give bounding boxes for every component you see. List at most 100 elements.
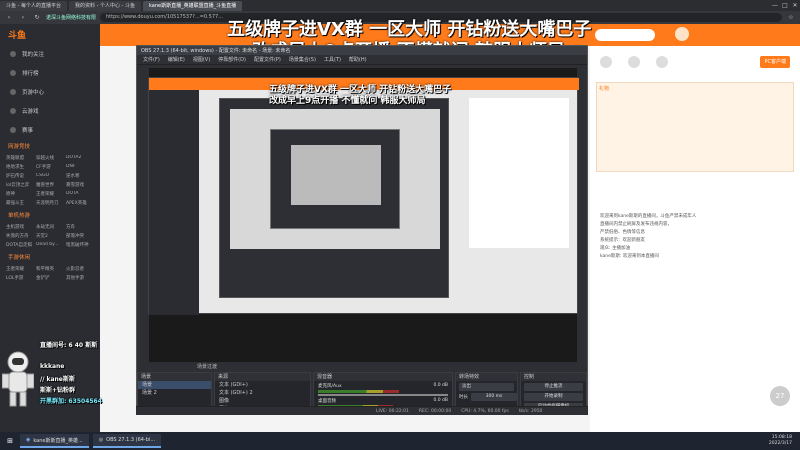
obs-title-bar: OBS 27.1.3 (64-bit, windows) - 配置文件: 未命名… [137,46,587,55]
taskbar: ⊞ ◉ kane斯斯直播_英雄... ◎ OBS 27.1.3 (64-bi... … [0,432,800,450]
windows-start-icon[interactable]: ⊞ [4,435,16,447]
sidebar-game-link[interactable]: 王者荣耀 [6,266,34,272]
sidebar-single-games: 主机游戏 永劫无间 方舟失落的方舟 天堂2 部落冲突 DOTA自走棋 Dead by... 暗… [0,222,100,250]
streamer-handle: // kane斯斯 [40,376,75,383]
sidebar-game-link[interactable]: 金铲铲 [36,275,64,281]
sidebar-game-link[interactable]: 其他手游 [66,275,94,281]
sidebar-item-rank[interactable]: 排行榜 [0,63,100,82]
chat-message: kane斯斯: 欢迎来到本直播间 [600,254,659,259]
sidebar-game-link[interactable]: 英雄联盟 [6,155,34,161]
back-icon[interactable]: ‹ [4,13,14,22]
obs-menu-item[interactable]: 配置文件(P) [254,56,281,63]
site-label: 诺深斗鱼网络科技有限 [46,15,97,21]
obs-control-button[interactable]: 开始录制 [524,393,583,401]
sidebar-game-link[interactable]: 王者荣耀 [36,191,64,197]
trophy-icon [10,69,16,76]
nested-headline-2: 改成早上9点开播 不懂就问 韩服大师局 [269,96,426,106]
sidebar-game-link[interactable]: 永劫无间 [36,224,64,230]
sidebar-item-webgame[interactable]: 页游中心 [0,82,100,101]
scene-item[interactable]: 场景 [138,381,211,389]
chat-list: 欢迎来到kane斯斯的直播间，斗鱼严禁未成年人 直播间内禁止刷屏及发布违规内容， 严… [596,212,794,260]
duration-input[interactable]: 300 ms [471,393,517,401]
sidebar-game-link[interactable]: DOTA [66,191,94,197]
chat-message: 系统提示：欢迎新朋友 [600,238,645,243]
chat-message: 观众: 主播加油 [600,246,630,251]
close-icon[interactable]: ✕ [790,1,800,10]
sidebar-game-link[interactable]: 魔兽世界 [36,182,64,188]
sidebar-game-link[interactable]: DOTA2 [66,155,94,161]
star-icon[interactable]: ☆ [786,13,796,22]
sidebar-game-link[interactable]: 炉石传说 [6,173,34,179]
sidebar-game-link[interactable]: lol云顶之弈 [6,182,34,188]
sidebar-game-link[interactable]: 最强斗王 [6,200,34,206]
chat-message: 严禁低俗、色情等信息 [600,230,645,235]
sidebar-game-link[interactable]: DNF [66,164,94,170]
taskbar-item-browser[interactable]: ◉ kane斯斯直播_英雄... [20,434,89,448]
sidebar-game-link[interactable]: 失落的方舟 [6,233,34,239]
sidebar-game-link[interactable]: APEX英雄 [66,200,94,206]
sidebar-game-link[interactable]: 天堂2 [36,233,64,239]
volume-slider[interactable] [318,394,448,396]
source-item[interactable]: 文本 (GDI+) 2 [215,389,310,397]
sidebar-game-link[interactable]: 主机游戏 [6,224,34,230]
sidebar-item-cloudgame[interactable]: 云游戏 [0,101,100,120]
clock[interactable]: 15:08:18 2022/3/17 [769,435,800,447]
obs-bottom-tab[interactable]: 场景过渡 [197,363,217,370]
sidebar-game-link[interactable]: 部落冲突 [66,233,94,239]
obs-control-button[interactable]: 停止推流 [524,383,583,391]
browser-tab[interactable]: 斗鱼 - 每个人的直播平台 [0,0,67,11]
source-item[interactable]: 图像 [215,397,310,405]
sidebar-game-link[interactable]: 和平精英 [36,266,64,272]
obs-menu-item[interactable]: 停靠部件(D) [218,56,246,63]
history-icon[interactable] [628,56,640,68]
browser-tab-active[interactable]: kane斯斯直播_英雄联盟直播_斗鱼直播 [142,0,243,11]
sidebar-game-link[interactable]: CF手游 [36,164,64,170]
sidebar-item-follow[interactable]: 我的关注 [0,44,100,63]
room-number: 直播间号: 6 40 斯斯 [40,342,98,349]
sidebar-game-link[interactable]: 暗黑破坏神 [66,242,94,248]
obs-menu-item[interactable]: 工具(T) [324,56,341,63]
astronaut-mascot [1,350,35,410]
obs-menu-item[interactable]: 场景集合(S) [289,56,316,63]
obs-icon: ◎ [98,437,104,443]
obs-menu-item[interactable]: 帮助(H) [349,56,367,63]
refresh-icon[interactable]: ↻ [32,13,42,22]
maximize-icon[interactable]: □ [780,1,790,10]
forward-icon[interactable]: › [18,13,28,22]
sidebar-game-link[interactable]: CSGO [36,173,64,179]
sidebar-game-link[interactable]: 绝地求生 [6,164,34,170]
viewer-count-badge[interactable]: 27 [770,386,790,406]
mixer-channel[interactable]: 麦克风/Aux 0.0 dB [318,383,448,396]
download-icon[interactable] [656,56,668,68]
avatar[interactable] [675,27,689,41]
pc-client-button[interactable]: PC客户端 [760,56,790,68]
sidebar-game-link[interactable]: DOTA自走棋 [6,242,34,248]
obs-menu-item[interactable]: 文件(F) [143,56,160,63]
sidebar-game-link[interactable]: 天涯明月刀 [36,200,64,206]
message-icon[interactable] [600,56,612,68]
browser-tab[interactable]: 我的资料 - 个人中心 - 斗鱼 [68,0,141,11]
transition-select[interactable]: 淡出 [459,383,514,391]
sidebar-mobile-games: 王者荣耀 和平精英 火影忍者 LOL手游 金铲铲 其他手游 [0,264,100,283]
sidebar-game-link[interactable]: Dead by... [36,242,64,248]
obs-menu-item[interactable]: 编辑(E) [168,56,185,63]
right-icon-row: PC客户端 [590,46,800,78]
scene-item[interactable]: 场景 2 [138,389,211,397]
source-item[interactable]: 文本 (GDI+) [215,381,310,389]
streamer-name: kkkane [40,363,65,370]
streamer-overlay: 直播间号: 6 40 斯斯 kkkane // kane斯斯 斯斯+钻粉群 开黑… [0,340,135,430]
sidebar-game-link[interactable]: 逆水寒 [66,173,94,179]
sidebar-game-link[interactable]: 穿越火线 [36,155,64,161]
minimize-icon[interactable]: — [770,1,780,10]
sidebar-game-link[interactable]: 火影忍者 [66,266,94,272]
sidebar-game-link[interactable]: 方舟 [66,224,94,230]
nested-obs [219,98,449,298]
taskbar-item-obs[interactable]: ◎ OBS 27.1.3 (64-bi... [92,434,162,448]
obs-menu-bar: 文件(F) 编辑(E) 视图(V) 停靠部件(D) 配置文件(P) 场景集合(S) 工具(T… [137,55,587,65]
sidebar-game-link[interactable]: 暴雪游戏 [66,182,94,188]
douyu-logo[interactable]: 斗鱼 [0,24,100,44]
sidebar-game-link[interactable]: 原神 [6,191,34,197]
obs-menu-item[interactable]: 视图(V) [193,56,210,63]
sidebar-item-esports[interactable]: 赛事 [0,120,100,139]
sidebar-game-link[interactable]: LOL手游 [6,275,34,281]
